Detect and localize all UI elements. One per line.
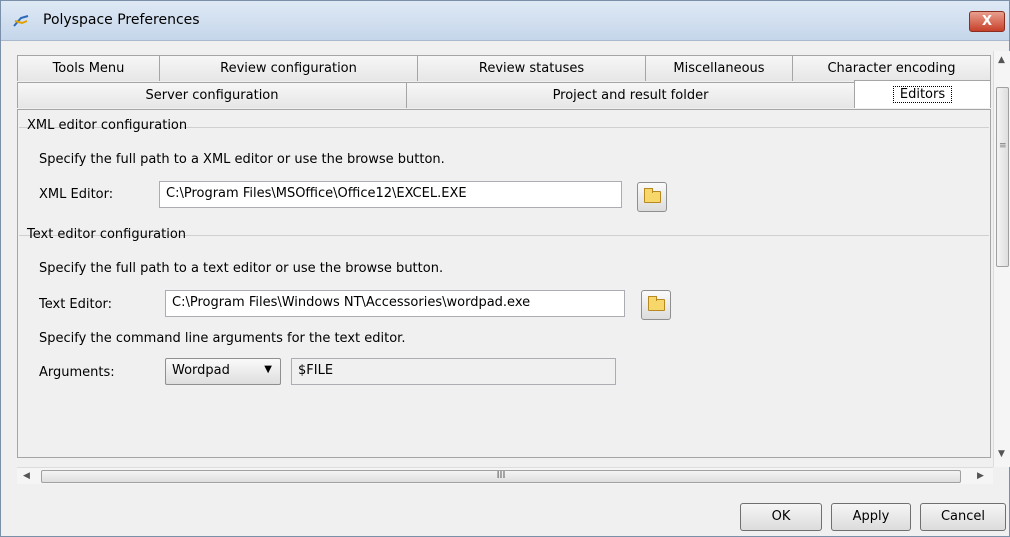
text-editor-label: Text Editor: bbox=[39, 297, 113, 312]
scroll-grip-icon: ≡ bbox=[999, 141, 1007, 151]
scroll-left-icon[interactable]: ◀ bbox=[23, 471, 30, 481]
scroll-right-icon[interactable]: ▶ bbox=[977, 471, 984, 481]
args-label: Arguments: bbox=[39, 365, 115, 380]
text-browse-button[interactable] bbox=[641, 290, 671, 320]
tab-row-top: Tools Menu Review configuration Review s… bbox=[17, 55, 991, 81]
close-button[interactable]: X bbox=[969, 11, 1005, 32]
xml-description: Specify the full path to a XML editor or… bbox=[39, 152, 445, 167]
tab-review-configuration[interactable]: Review configuration bbox=[159, 55, 418, 81]
vertical-scroll-thumb[interactable] bbox=[996, 87, 1009, 267]
window-title: Polyspace Preferences bbox=[43, 12, 200, 28]
tab-row-bottom: Server configuration Project and result … bbox=[17, 80, 991, 108]
polyspace-app-icon bbox=[13, 15, 29, 27]
ok-button[interactable]: OK bbox=[740, 503, 822, 531]
tab-editors[interactable]: Editors bbox=[854, 80, 991, 108]
scroll-up-icon[interactable]: ▲ bbox=[998, 55, 1005, 65]
args-select[interactable]: Wordpad ▼ bbox=[165, 358, 281, 385]
xml-editor-label: XML Editor: bbox=[39, 187, 114, 202]
xml-editor-path-input[interactable]: C:\Program Files\MSOffice\Office12\EXCEL… bbox=[159, 181, 622, 208]
tab-editors-label: Editors bbox=[892, 86, 953, 103]
tab-server-configuration[interactable]: Server configuration bbox=[17, 82, 407, 108]
chevron-down-icon: ▼ bbox=[264, 364, 272, 375]
xml-browse-button[interactable] bbox=[637, 182, 667, 212]
tab-project-result-folder[interactable]: Project and result folder bbox=[406, 82, 855, 108]
cancel-button[interactable]: Cancel bbox=[920, 503, 1006, 531]
xml-group-title: XML editor configuration bbox=[27, 118, 188, 133]
preferences-window: Polyspace Preferences X Tools Menu Revie… bbox=[0, 0, 1010, 537]
args-select-value: Wordpad bbox=[172, 363, 230, 378]
args-input[interactable]: $FILE bbox=[291, 358, 616, 385]
text-editor-path-input[interactable]: C:\Program Files\Windows NT\Accessories\… bbox=[165, 290, 625, 317]
tab-tools-menu[interactable]: Tools Menu bbox=[17, 55, 160, 81]
vertical-scrollbar[interactable]: ▲ ≡ ▼ bbox=[993, 51, 1010, 467]
folder-icon bbox=[648, 296, 665, 311]
folder-icon bbox=[644, 188, 661, 203]
scroll-down-icon[interactable]: ▼ bbox=[998, 449, 1005, 459]
xml-editor-group bbox=[19, 127, 989, 227]
horizontal-scroll-thumb[interactable]: III bbox=[41, 470, 961, 483]
text-description: Specify the full path to a text editor o… bbox=[39, 261, 444, 276]
apply-button[interactable]: Apply bbox=[831, 503, 911, 531]
horizontal-scrollbar[interactable]: ◀ III ▶ bbox=[17, 467, 993, 484]
text-group-title: Text editor configuration bbox=[27, 227, 187, 242]
tab-miscellaneous[interactable]: Miscellaneous bbox=[645, 55, 793, 81]
tab-review-statuses[interactable]: Review statuses bbox=[417, 55, 646, 81]
args-description: Specify the command line arguments for t… bbox=[39, 331, 406, 346]
tab-character-encoding[interactable]: Character encoding bbox=[792, 55, 991, 81]
title-bar: Polyspace Preferences X bbox=[1, 1, 1009, 41]
